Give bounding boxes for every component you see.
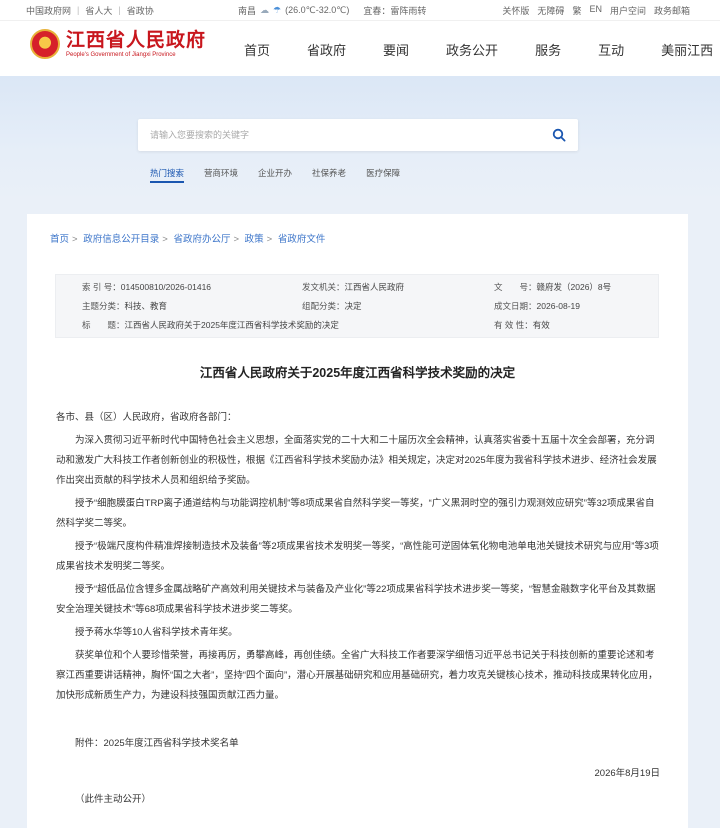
search-icon[interactable] [552,128,566,142]
logo-subtitle: People's Government of Jiangxi Province [66,52,176,58]
paragraph: 授予“极端尺度构件精准焊接制造技术及装备”等2项成果省技术发明奖一等奖，“高性能… [56,541,659,572]
public-note: （此件主动公开） [75,794,152,805]
weather-widget: 南昌 ☁ ☂ (26.0℃-32.0℃) 宜春：雷阵雨转 [238,4,426,17]
top-utility-bar: 中国政府网 | 省人大 | 省政协 南昌 ☁ ☂ (26.0℃-32.0℃) 宜… [0,0,720,20]
meta-topic: 科技、教育 [124,301,168,311]
national-emblem-icon [30,29,60,59]
meta-index-no: 014500810/2026-01416 [120,282,212,292]
paragraph: 获奖单位和个人要珍惜荣誉，再接再厉，勇攀高峰，再创佳绩。全省广大科技工作者要深学… [56,650,658,701]
english-link[interactable]: EN [589,4,602,17]
nav-provincial-gov[interactable]: 省政府 [307,40,346,59]
nav-beautiful-jiangxi[interactable]: 美丽江西 [661,40,713,59]
traditional-link[interactable]: 繁 [572,4,581,17]
gov-mail-link[interactable]: 政务邮箱 [654,4,690,17]
crumb-home[interactable]: 首页 [50,234,69,245]
document-body: 各市、县（区）人民政府，省政府各部门： 为深入贯彻习近平新时代中国特色社会主义思… [56,408,660,813]
crumb-gov-docs[interactable]: 省政府文件 [278,234,326,245]
nav-interaction[interactable]: 互动 [598,40,624,59]
paragraph: 为深入贯彻习近平新时代中国特色社会主义思想，全面落实党的二十大和二十届历次全会精… [56,435,657,486]
link-npc[interactable]: 省人大 [85,4,112,17]
search-banner: 热门搜索 营商环境 企业开办 社保养老 医疗保障 [0,76,720,204]
meta-validity: 有效 [532,320,550,330]
meta-form: 决定 [344,301,362,311]
nav-home[interactable]: 首页 [244,40,270,59]
care-mode-link[interactable]: 关怀版 [502,4,529,17]
document-title: 江西省人民政府关于2025年度江西省科学技术奖励的决定 [199,366,516,380]
link-gov-cn[interactable]: 中国政府网 [26,4,71,17]
hot-search-label[interactable]: 热门搜索 [150,167,185,183]
paragraph: 授予“细胞膜蛋白TRP离子通道结构与功能调控机制”等8项成果省自然科学奖一等奖，… [56,498,655,529]
main-nav: 首页 省政府 要闻 政务公开 服务 互动 美丽江西 [244,21,713,77]
document-meta-table: 索 引 号：014500810/2026-01416 发文机关：江西省人民政府 … [55,274,659,338]
user-space-link[interactable]: 用户空间 [610,4,646,17]
hot-company-setup[interactable]: 企业开办 [258,167,292,183]
paragraph: 授予“超低品位含锂多金属战略矿产高效利用关键技术与装备及产业化”等22项成果省科… [56,584,656,615]
search-box [138,119,578,151]
logo-title: 江西省人民政府 [66,29,207,51]
nav-service[interactable]: 服务 [535,40,561,59]
hot-search-list: 热门搜索 营商环境 企业开办 社保养老 医疗保障 [150,167,400,183]
crumb-office[interactable]: 省政府办公厅 [173,234,230,245]
rain-icon: ☂ [273,4,282,15]
site-logo[interactable]: 江西省人民政府 People's Government of Jiangxi P… [30,29,206,59]
paragraph: 授予蒋水华等10人省科学技术青年奖。 [75,627,238,638]
salutation: 各市、县（区）人民政府，省政府各部门： [56,412,237,423]
top-tools: 关怀版 无障碍 繁 EN 用户空间 政务邮箱 [502,4,690,17]
meta-doc-no: 赣府发（2026）8号 [536,282,612,292]
meta-issuer: 江西省人民政府 [344,282,405,292]
crumb-policy[interactable]: 政策 [245,234,264,245]
weather-warning: 宜春：雷阵雨转 [363,5,427,16]
cloud-icon: ☁ [260,4,270,15]
hot-business-env[interactable]: 营商环境 [204,167,238,183]
site-header: 江西省人民政府 People's Government of Jiangxi P… [0,20,720,76]
nav-open-gov[interactable]: 政务公开 [446,40,498,59]
weather-city: 南昌 [238,5,257,16]
document-card: 首页 > 政府信息公开目录 > 省政府办公厅 > 政策 > 省政府文件 索 引 号：01… [27,214,688,828]
hot-pension[interactable]: 社保养老 [312,167,346,183]
weather-temp: (26.0℃-32.0℃) [285,4,350,15]
attachment-link[interactable]: 附件：2025年度江西省科学技术奖名单 [56,734,660,754]
breadcrumb: 首页 > 政府信息公开目录 > 省政府办公厅 > 政策 > 省政府文件 [50,234,326,245]
top-links: 中国政府网 | 省人大 | 省政协 [26,4,154,17]
document-date: 2026年8月19日 [594,768,660,779]
search-input[interactable] [138,119,528,151]
hot-medical[interactable]: 医疗保障 [366,167,400,183]
meta-title: 江西省人民政府关于2025年度江西省科学技术奖励的决定 [124,320,339,330]
link-cppcc[interactable]: 省政协 [127,4,154,17]
crumb-info-catalog[interactable]: 政府信息公开目录 [83,234,159,245]
nav-news[interactable]: 要闻 [383,40,409,59]
meta-date: 2026-08-19 [536,301,580,311]
accessibility-link[interactable]: 无障碍 [537,4,564,17]
